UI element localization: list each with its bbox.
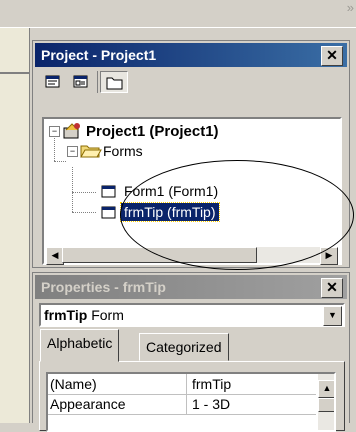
chevron-down-icon[interactable]: ▼ (323, 306, 342, 326)
tab-alphabetic[interactable]: Alphabetic (40, 329, 120, 362)
tab-categorized[interactable]: Categorized (139, 333, 229, 361)
view-object-icon (73, 75, 88, 88)
top-toolbar: » (0, 0, 356, 28)
properties-close-button[interactable]: ✕ (321, 278, 343, 298)
properties-vertical-scrollbar[interactable]: ▲ (318, 374, 334, 430)
property-name: (Name) (50, 376, 97, 392)
properties-grid[interactable]: (Name) frmTip Appearance 1 - 3D ▲ (46, 372, 336, 432)
scroll-up-arrow-icon[interactable]: ▲ (318, 380, 334, 398)
property-row[interactable]: Appearance 1 - 3D (48, 394, 316, 415)
tree-folder-forms[interactable]: Forms (103, 143, 143, 159)
properties-titlebar[interactable]: Properties - frmTip ✕ (35, 275, 347, 299)
form-icon (101, 206, 116, 219)
object-selector-value: frmTip Form (44, 307, 124, 323)
property-row[interactable]: (Name) frmTip (48, 374, 316, 395)
project-icon (63, 123, 80, 139)
form-icon (101, 185, 116, 198)
tree-connector (54, 161, 66, 162)
tree-item-project1[interactable]: Project1 (Project1) (86, 123, 219, 140)
property-value[interactable]: 1 - 3D (192, 396, 230, 412)
left-panel (0, 28, 30, 423)
collapse-forms-toggle[interactable]: − (67, 146, 78, 157)
toolbar-overflow-icon[interactable]: » (347, 0, 354, 15)
object-selector-dropdown[interactable]: frmTip Form ▼ (39, 303, 345, 327)
scrollbar-thumb[interactable] (318, 398, 334, 412)
property-name: Appearance (50, 396, 126, 412)
project-close-button[interactable]: ✕ (321, 46, 343, 66)
project-explorer-title: Project - Project1 (41, 47, 157, 63)
tree-connector (72, 212, 96, 213)
properties-tab-panel: (Name) frmTip Appearance 1 - 3D ▲ (39, 361, 345, 432)
tree-connector (72, 167, 73, 212)
folder-icon (106, 77, 123, 90)
toggle-folders-button[interactable] (100, 71, 128, 93)
project-explorer-titlebar[interactable]: Project - Project1 ✕ (35, 43, 347, 67)
view-code-button[interactable] (41, 71, 65, 93)
properties-title: Properties - frmTip (41, 279, 166, 295)
annotation-ellipse (120, 160, 354, 270)
tree-connector (54, 135, 55, 161)
collapse-project-toggle[interactable]: − (49, 126, 60, 137)
open-folder-icon (80, 145, 102, 158)
toolbar-separator (97, 71, 98, 93)
properties-window: Properties - frmTip ✕ frmTip Form ▼ Alph… (32, 272, 350, 432)
tree-connector (72, 192, 96, 193)
view-code-icon (45, 75, 60, 88)
left-panel-divider (0, 72, 30, 74)
view-object-button[interactable] (69, 71, 93, 93)
property-value[interactable]: frmTip (192, 376, 231, 392)
